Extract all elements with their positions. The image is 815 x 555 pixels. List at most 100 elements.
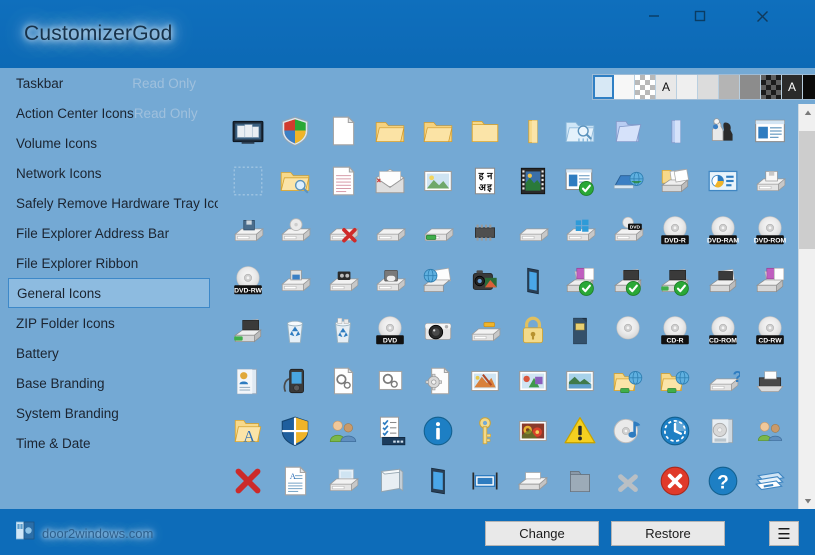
icon-cell[interactable] [224, 456, 272, 506]
maximize-button[interactable] [677, 0, 723, 32]
icon-cell[interactable] [224, 206, 272, 256]
icon-cell[interactable] [367, 106, 415, 156]
icon-cell[interactable] [462, 456, 510, 506]
scroll-down-icon[interactable] [799, 492, 815, 509]
icon-cell[interactable] [319, 356, 367, 406]
dark-text-swatch[interactable]: A [656, 75, 677, 99]
icon-cell[interactable] [699, 406, 747, 456]
icon-cell[interactable] [272, 206, 320, 256]
icon-cell[interactable] [462, 256, 510, 306]
icon-cell[interactable] [414, 106, 462, 156]
icon-cell[interactable] [747, 156, 795, 206]
restore-button[interactable]: Restore [611, 521, 725, 546]
icon-cell[interactable] [652, 256, 700, 306]
icon-cell[interactable]: A [272, 456, 320, 506]
icon-cell[interactable] [462, 406, 510, 456]
gray-70-swatch[interactable] [719, 75, 740, 99]
sidebar-item-safely-remove-hardware-tray-icon[interactable]: Safely Remove Hardware Tray Icon [8, 188, 229, 218]
icon-cell[interactable]: DVD [367, 306, 415, 356]
sidebar-item-file-explorer-address-bar[interactable]: File Explorer Address Bar [8, 218, 210, 248]
icon-cell[interactable] [604, 406, 652, 456]
icon-cell[interactable] [414, 406, 462, 456]
icon-cell[interactable] [319, 156, 367, 206]
scroll-up-icon[interactable] [799, 104, 815, 121]
icon-cell[interactable] [747, 456, 795, 506]
icon-cell[interactable] [224, 106, 272, 156]
icon-cell[interactable] [319, 106, 367, 156]
icon-cell[interactable] [699, 256, 747, 306]
black-swatch[interactable] [803, 75, 815, 99]
gray-85-swatch[interactable] [698, 75, 719, 99]
icon-cell[interactable] [557, 456, 605, 506]
icon-cell[interactable] [652, 456, 700, 506]
icon-cell[interactable] [224, 306, 272, 356]
icon-cell[interactable] [604, 306, 652, 356]
icon-cell[interactable] [604, 106, 652, 156]
sidebar-item-base-branding[interactable]: Base Branding [8, 368, 210, 398]
change-button[interactable]: Change [485, 521, 599, 546]
sidebar-item-system-branding[interactable]: System Branding [8, 398, 210, 428]
icon-cell[interactable]: DVD-R [652, 206, 700, 256]
sidebar-item-time-date[interactable]: Time & Date [8, 428, 210, 458]
icon-cell[interactable] [557, 106, 605, 156]
sidebar-item-network-icons[interactable]: Network Icons [8, 158, 210, 188]
icon-cell[interactable]: DVD [604, 206, 652, 256]
icon-cell[interactable] [272, 256, 320, 306]
icon-cell[interactable] [367, 206, 415, 256]
icon-cell[interactable]: ? [699, 356, 747, 406]
icon-cell[interactable] [414, 456, 462, 506]
icon-cell[interactable] [604, 456, 652, 506]
icon-cell[interactable] [319, 256, 367, 306]
icon-cell[interactable]: CD-ROM [699, 306, 747, 356]
icon-cell[interactable] [652, 156, 700, 206]
icon-cell[interactable] [319, 306, 367, 356]
close-button[interactable] [739, 0, 785, 32]
icon-cell[interactable] [367, 356, 415, 406]
icon-cell[interactable] [747, 106, 795, 156]
icon-cell[interactable] [557, 206, 605, 256]
icon-cell[interactable] [367, 256, 415, 306]
icon-cell[interactable] [462, 306, 510, 356]
icon-cell[interactable] [414, 306, 462, 356]
icon-cell[interactable] [414, 356, 462, 406]
icon-cell[interactable] [509, 456, 557, 506]
checker-swatch[interactable] [635, 75, 656, 99]
sidebar-item-battery[interactable]: Battery [8, 338, 210, 368]
menu-button[interactable]: ☰ [769, 521, 799, 546]
icon-cell[interactable] [557, 156, 605, 206]
icon-cell[interactable]: A [224, 406, 272, 456]
icon-cell[interactable]: ? [699, 456, 747, 506]
icon-cell[interactable] [509, 256, 557, 306]
sidebar-item-volume-icons[interactable]: Volume Icons [8, 128, 210, 158]
icon-cell[interactable] [272, 106, 320, 156]
icon-cell[interactable] [747, 256, 795, 306]
icon-cell[interactable] [604, 356, 652, 406]
icon-cell[interactable] [557, 406, 605, 456]
icon-cell[interactable]: DVD-ROM [747, 206, 795, 256]
icon-cell[interactable] [557, 306, 605, 356]
icon-cell[interactable] [414, 256, 462, 306]
icon-cell[interactable] [462, 106, 510, 156]
icon-cell[interactable] [272, 406, 320, 456]
icon-cell[interactable]: CD-R [652, 306, 700, 356]
icon-cell[interactable] [224, 356, 272, 406]
icon-cell[interactable] [557, 256, 605, 306]
icon-cell[interactable] [747, 406, 795, 456]
icon-cell[interactable]: CD-RW [747, 306, 795, 356]
icon-cell[interactable] [699, 156, 747, 206]
icon-cell[interactable] [652, 406, 700, 456]
icon-cell[interactable] [224, 156, 272, 206]
icon-cell[interactable] [272, 306, 320, 356]
icon-cell[interactable] [462, 356, 510, 406]
sidebar-item-action-center-icons[interactable]: Action Center Icons Read Only [8, 98, 210, 128]
icon-cell[interactable] [509, 356, 557, 406]
scrollbar-thumb[interactable] [799, 130, 815, 249]
light-blue-swatch[interactable] [593, 75, 614, 99]
icon-cell[interactable]: DVD-RW [224, 256, 272, 306]
icon-cell[interactable] [699, 106, 747, 156]
icon-cell[interactable] [557, 356, 605, 406]
icon-cell[interactable] [319, 206, 367, 256]
icon-cell[interactable] [509, 206, 557, 256]
icon-cell[interactable] [747, 356, 795, 406]
icon-cell[interactable] [509, 406, 557, 456]
